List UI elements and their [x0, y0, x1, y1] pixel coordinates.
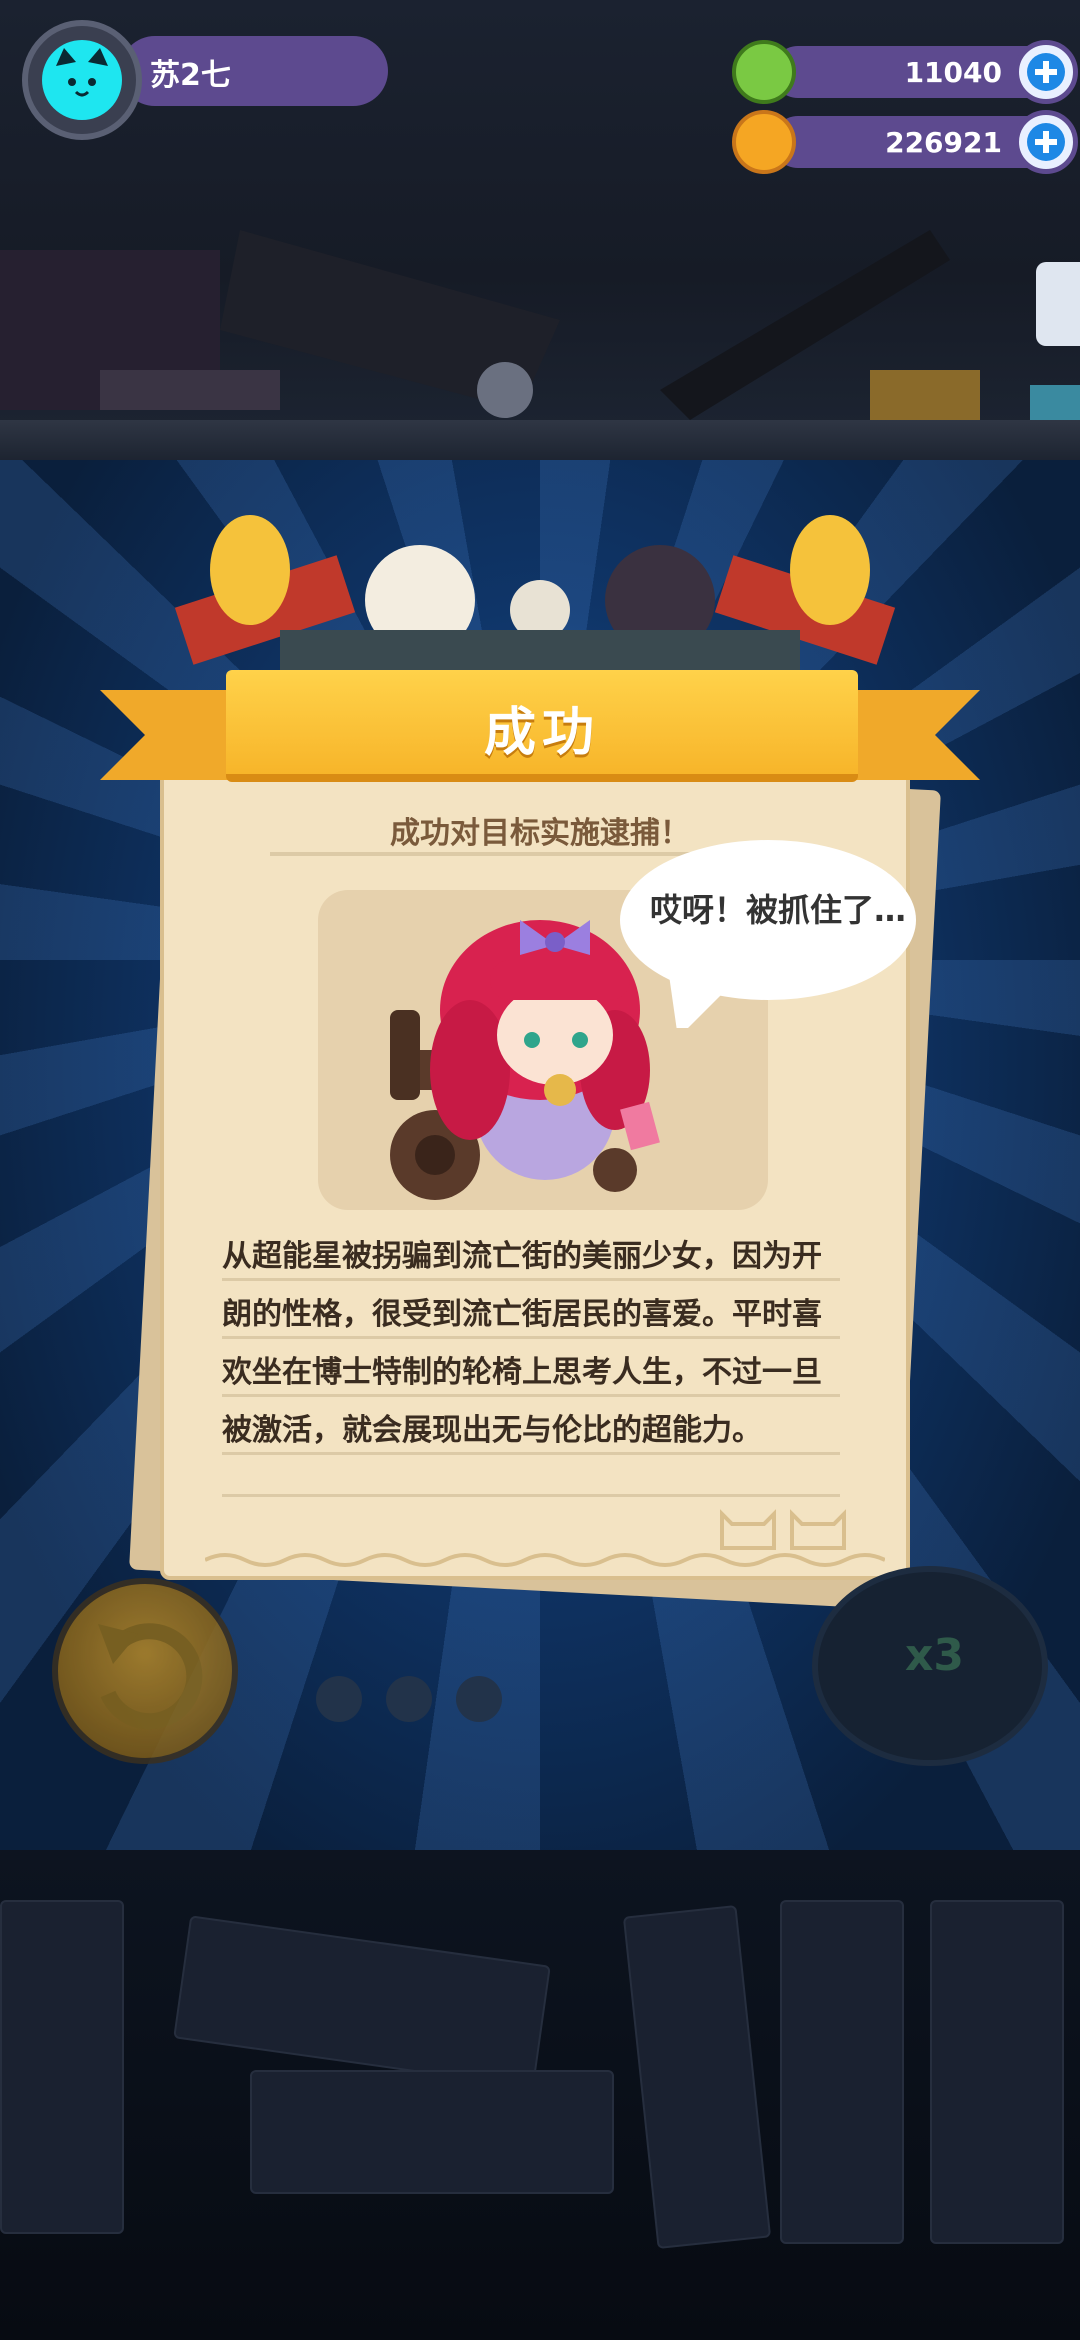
ruled-line [222, 1336, 840, 1339]
background-furniture [0, 230, 1080, 420]
side-clip-button[interactable] [1036, 262, 1080, 346]
background-book [0, 1900, 124, 2234]
green-gem-bar: 11040 [732, 40, 1078, 104]
background-book [250, 2070, 614, 2194]
page-dot [386, 1676, 432, 1722]
plus-icon [1027, 123, 1065, 161]
add-gold-coin-button[interactable] [1014, 110, 1078, 174]
speech-text: 哎呀！被抓住了… [650, 891, 907, 929]
green-gem-icon [732, 40, 796, 104]
title-ribbon: 成功 [226, 670, 858, 782]
ruled-line [222, 1452, 840, 1455]
ruled-line [222, 1278, 840, 1281]
background-shelf [0, 420, 1080, 460]
cat-doodle-icon [720, 1509, 776, 1550]
undo-icon [98, 1623, 203, 1730]
gold-coin-value: 226921 [885, 126, 1002, 159]
add-green-gem-button[interactable] [1014, 40, 1078, 104]
ruled-line [222, 1394, 840, 1397]
page-dot [456, 1676, 502, 1722]
background-book [930, 1900, 1064, 2244]
player-name: 苏2七 [150, 58, 231, 93]
cat-face-icon [56, 48, 108, 97]
avatar-frame[interactable] [22, 20, 142, 140]
speed-label: x3 [905, 1630, 964, 1681]
green-gem-value: 11040 [904, 56, 1002, 89]
plus-icon [1027, 53, 1065, 91]
avatar[interactable] [42, 40, 122, 120]
gold-coin-bar: 226921 [732, 110, 1078, 174]
cat-doodle-icon [790, 1509, 846, 1550]
character-description: 从超能星被拐骗到流亡街的美丽少女，因为开 朗的性格，很受到流亡街居民的喜爱。平时… [222, 1228, 842, 1460]
undo-button[interactable] [52, 1578, 238, 1764]
result-title: 成功 [483, 703, 600, 763]
page-dot [316, 1676, 362, 1722]
speech-bubble [620, 840, 916, 1028]
gold-planet-icon [732, 110, 796, 174]
ruled-line [222, 1494, 840, 1497]
card-bottom-wave [205, 1553, 885, 1567]
background-book [780, 1900, 904, 2244]
